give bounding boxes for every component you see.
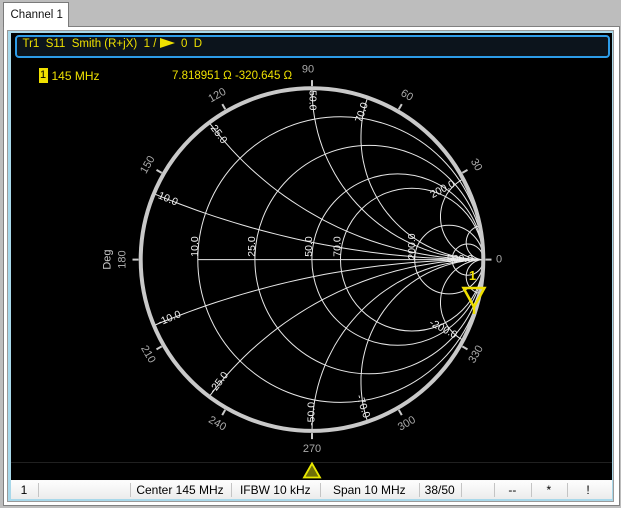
svg-text:120: 120: [206, 86, 228, 106]
svg-text:70.0: 70.0: [353, 101, 370, 124]
svg-text:10.0: 10.0: [189, 236, 200, 257]
svg-text:Deg: Deg: [101, 250, 113, 270]
svg-text:90: 90: [301, 64, 313, 76]
svg-text:30: 30: [467, 157, 484, 174]
svg-text:-50.0: -50.0: [306, 402, 317, 426]
svg-text:500.0: 500.0: [446, 254, 472, 265]
svg-text:270: 270: [302, 443, 320, 455]
svg-text:180: 180: [116, 250, 128, 268]
svg-text:-70.0: -70.0: [353, 393, 371, 419]
svg-text:210: 210: [138, 343, 158, 365]
svg-text:25.0: 25.0: [246, 236, 257, 257]
svg-text:70.0: 70.0: [332, 236, 343, 257]
svg-text:0: 0: [495, 254, 501, 266]
svg-text:1: 1: [468, 268, 475, 283]
svg-text:330: 330: [466, 343, 486, 365]
svg-text:10.0: 10.0: [156, 191, 179, 209]
svg-text:150: 150: [138, 154, 158, 176]
svg-text:200.0: 200.0: [406, 233, 417, 259]
svg-text:50.0: 50.0: [306, 90, 317, 111]
svg-text:300: 300: [395, 414, 417, 434]
svg-text:60: 60: [398, 87, 415, 104]
svg-text:240: 240: [206, 414, 228, 434]
svg-text:50.0: 50.0: [303, 236, 314, 257]
svg-text:-10.0: -10.0: [156, 309, 182, 328]
